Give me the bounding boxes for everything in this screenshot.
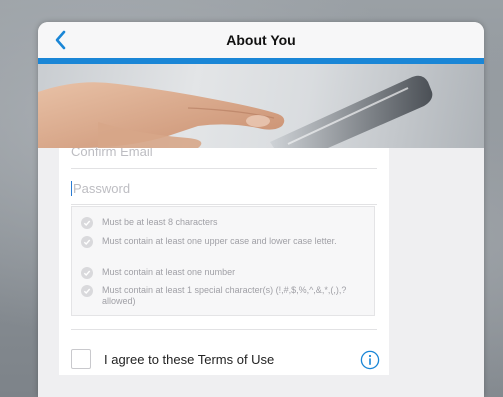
text-caret xyxy=(71,180,72,196)
rule-special-char: Must contain at least 1 special characte… xyxy=(81,285,364,307)
rule-number: Must contain at least one number xyxy=(81,267,364,279)
info-icon[interactable] xyxy=(360,350,380,370)
page-title: About You xyxy=(226,32,296,48)
terms-label[interactable]: I agree to these Terms of Use xyxy=(104,352,274,367)
password-placeholder: Password xyxy=(73,180,131,196)
check-circle-icon xyxy=(81,267,93,279)
hand-phone-illustration xyxy=(38,75,433,148)
check-circle-icon xyxy=(81,217,93,229)
hero-image xyxy=(38,64,484,148)
rule-text: Must be at least 8 characters xyxy=(102,217,218,227)
check-circle-icon xyxy=(81,285,93,297)
rule-upper-lower: Must contain at least one upper case and… xyxy=(81,236,364,248)
confirm-email-input[interactable]: Confirm Email xyxy=(71,148,377,169)
confirm-email-placeholder: Confirm Email xyxy=(71,148,153,159)
nav-bar: About You xyxy=(38,22,484,58)
password-input[interactable]: Password xyxy=(71,172,377,205)
rule-text: Must contain at least one number xyxy=(102,267,236,277)
divider xyxy=(71,329,377,330)
terms-checkbox[interactable] xyxy=(71,349,91,369)
password-rules-panel: Must be at least 8 characters Must conta… xyxy=(71,206,375,316)
terms-row: I agree to these Terms of Use xyxy=(71,349,380,371)
rule-text: Must contain at least 1 special characte… xyxy=(102,285,347,306)
chevron-left-icon xyxy=(55,30,66,50)
rule-text: Must contain at least one upper case and… xyxy=(102,236,337,246)
check-circle-icon xyxy=(81,236,93,248)
rule-min-length: Must be at least 8 characters xyxy=(81,217,364,229)
signup-form: Confirm Email Password Must be at least … xyxy=(59,148,389,375)
back-button[interactable] xyxy=(48,27,72,53)
